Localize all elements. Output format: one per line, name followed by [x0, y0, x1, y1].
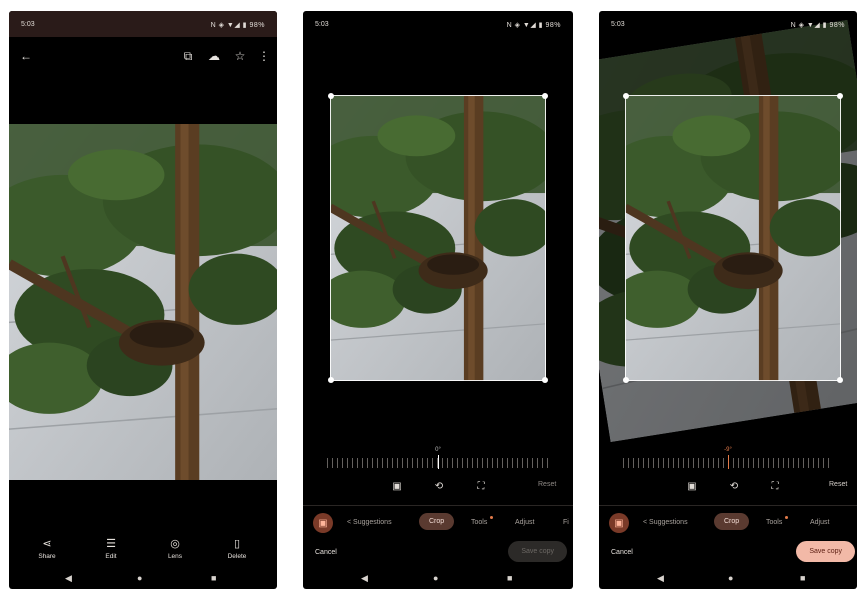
status-time: 5:03 [21, 21, 35, 28]
save-copy-button[interactable]: Save copy [508, 541, 567, 562]
share-button[interactable]: ⋖ Share [27, 537, 67, 560]
tab-tools[interactable]: Tools [766, 519, 782, 526]
more-vert-icon[interactable]: ⋮ [255, 47, 273, 65]
crop-tools: ▣ ⟲ ⛶ Reset [599, 477, 857, 497]
status-time: 5:03 [315, 21, 329, 28]
status-bar: 5:03 N ◈ ▼◢ ▮ 98% [303, 11, 573, 37]
rotation-angle: -9° [724, 447, 732, 453]
rotate-icon[interactable]: ⟲ [432, 479, 446, 493]
tab-adjust[interactable]: Adjust [515, 519, 534, 526]
rotate-icon[interactable]: ⟲ [727, 479, 741, 493]
tools-new-dot [785, 516, 788, 519]
rotation-needle [438, 455, 439, 469]
trash-icon: ▯ [233, 538, 241, 550]
edit-button[interactable]: ☰ Edit [91, 537, 131, 560]
editor-tab-row: ▣ < Suggestions Crop Tools Adjust Fi [303, 505, 573, 538]
reset-button[interactable]: Reset [538, 481, 556, 488]
reset-button[interactable]: Reset [829, 481, 847, 488]
system-nav-bar: ◀ ● ■ [303, 567, 573, 589]
free-crop-icon[interactable]: ⛶ [768, 479, 782, 493]
share-label: Share [38, 553, 56, 560]
photo-bird-nest[interactable] [9, 124, 277, 480]
rotation-needle [728, 455, 729, 469]
tab-tools[interactable]: Tools [471, 519, 487, 526]
crop-handle-bottom-left[interactable] [623, 377, 629, 383]
lens-label: Lens [167, 553, 183, 560]
tune-icon: ☰ [106, 538, 116, 550]
photo-badge-icon[interactable]: ▣ [609, 513, 629, 533]
status-indicators: N ◈ ▼◢ ▮ 98% [790, 22, 845, 29]
tab-crop[interactable]: Crop [714, 513, 750, 530]
cloud-upload-icon[interactable]: ☁ [205, 47, 223, 65]
rotation-dial[interactable]: 0° [327, 447, 549, 469]
status-indicators: N ◈ ▼◢ ▮ 98% [210, 22, 265, 29]
share-icon: ⋖ [42, 538, 52, 550]
tab-suggestions-label: Suggestions [353, 519, 392, 526]
aspect-ratio-icon[interactable]: ▣ [685, 479, 699, 493]
save-copy-button[interactable]: Save copy [796, 541, 855, 562]
back-triangle-icon[interactable]: ◀ [657, 573, 664, 584]
back-arrow-icon[interactable]: ← [17, 47, 35, 65]
tab-crop[interactable]: Crop [419, 513, 455, 530]
back-triangle-icon[interactable]: ◀ [65, 573, 72, 584]
lens-icon: ◎ [170, 538, 180, 550]
crop-handle-top-left[interactable] [623, 93, 629, 99]
status-time: 5:03 [611, 21, 625, 28]
status-bar: 5:03 N ◈ ▼◢ ▮ 98% [9, 11, 277, 37]
home-circle-icon[interactable]: ● [728, 573, 733, 583]
crop-handle-top-right[interactable] [542, 93, 548, 99]
tab-suggestions-label: Suggestions [649, 519, 688, 526]
tab-adjust[interactable]: Adjust [810, 519, 829, 526]
system-nav-bar: ◀ ● ■ [9, 567, 277, 589]
star-icon[interactable]: ☆ [231, 47, 249, 65]
free-crop-icon[interactable]: ⛶ [474, 479, 488, 493]
editor-action-row: Cancel Save copy [303, 541, 573, 565]
phone-crop-editor: 5:03 N ◈ ▼◢ ▮ 98% 0° ▣ ⟲ ⛶ Reset ▣ < Sug… [303, 11, 573, 589]
rotation-angle: 0° [435, 447, 441, 453]
tools-new-dot [490, 516, 493, 519]
cancel-button[interactable]: Cancel [611, 549, 633, 556]
crop-handle-top-left[interactable] [328, 93, 334, 99]
cast-icon[interactable]: ⧉ [179, 47, 197, 65]
viewer-action-bar: ⋖ Share ☰ Edit ◎ Lens ▯ Delete [9, 533, 277, 567]
tab-filters[interactable]: Fi [563, 519, 569, 526]
back-triangle-icon[interactable]: ◀ [361, 573, 368, 584]
editor-tab-row: ▣ < Suggestions Crop Tools Adjust [599, 505, 857, 538]
rotation-dial[interactable]: -9° [623, 447, 833, 469]
phone-photo-viewer: 5:03 N ◈ ▼◢ ▮ 98% ← ⧉ ☁ ☆ ⋮ ⋖ Share ☰ Ed… [9, 11, 277, 589]
recents-square-icon[interactable]: ■ [800, 573, 805, 583]
cancel-button[interactable]: Cancel [315, 549, 337, 556]
crop-tools: ▣ ⟲ ⛶ Reset [303, 477, 573, 497]
delete-label: Delete [227, 553, 247, 560]
edit-label: Edit [105, 553, 117, 560]
crop-handle-top-right[interactable] [837, 93, 843, 99]
viewer-top-bar: ← ⧉ ☁ ☆ ⋮ [9, 39, 277, 73]
aspect-ratio-icon[interactable]: ▣ [390, 479, 404, 493]
recents-square-icon[interactable]: ■ [507, 573, 512, 583]
crop-frame[interactable] [623, 93, 843, 383]
tab-suggestions[interactable]: < Suggestions [643, 519, 688, 526]
crop-frame[interactable] [328, 93, 548, 383]
tab-suggestions[interactable]: < Suggestions [347, 519, 392, 526]
phone-crop-editor-rotated: 5:03 N ◈ ▼◢ ▮ 98% -9° ▣ ⟲ ⛶ Reset ▣ < Su… [599, 11, 857, 589]
photo-badge-icon[interactable]: ▣ [313, 513, 333, 533]
editor-action-row: Cancel Save copy [599, 541, 857, 565]
recents-square-icon[interactable]: ■ [211, 573, 216, 583]
system-nav-bar: ◀ ● ■ [599, 567, 857, 589]
home-circle-icon[interactable]: ● [433, 573, 438, 583]
home-circle-icon[interactable]: ● [137, 573, 142, 583]
lens-button[interactable]: ◎ Lens [155, 537, 195, 560]
status-indicators: N ◈ ▼◢ ▮ 98% [506, 22, 561, 29]
crop-handle-bottom-right[interactable] [542, 377, 548, 383]
delete-button[interactable]: ▯ Delete [217, 537, 257, 560]
status-bar: 5:03 N ◈ ▼◢ ▮ 98% [599, 11, 857, 37]
crop-handle-bottom-right[interactable] [837, 377, 843, 383]
crop-handle-bottom-left[interactable] [328, 377, 334, 383]
